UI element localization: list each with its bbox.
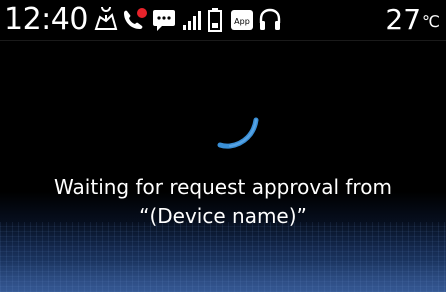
waiting-dialog: Waiting for request approval from “(Devi… bbox=[0, 41, 446, 292]
screen: 12:40 App 27℃ Waiting for request approv… bbox=[0, 0, 446, 292]
missed-call-icon bbox=[124, 8, 147, 29]
app-badge-label: App bbox=[234, 17, 250, 26]
device-name-label: “(Device name)” bbox=[139, 204, 307, 228]
background-floor-grid bbox=[0, 222, 446, 292]
app-icon: App bbox=[231, 10, 253, 30]
status-bar: 12:40 App 27℃ bbox=[0, 0, 446, 40]
loading-spinner-icon bbox=[217, 117, 259, 149]
signal-icon bbox=[183, 11, 201, 30]
temperature: 27℃ bbox=[385, 2, 440, 40]
clock: 12:40 bbox=[4, 2, 88, 37]
message-icon bbox=[153, 10, 175, 31]
battery-icon bbox=[208, 8, 222, 32]
headset-icon bbox=[259, 8, 281, 30]
navigation-icon bbox=[94, 7, 118, 30]
temperature-value: 27 bbox=[385, 3, 422, 36]
temperature-unit: ℃ bbox=[422, 12, 440, 31]
waiting-message-line-1: Waiting for request approval from bbox=[54, 175, 392, 199]
